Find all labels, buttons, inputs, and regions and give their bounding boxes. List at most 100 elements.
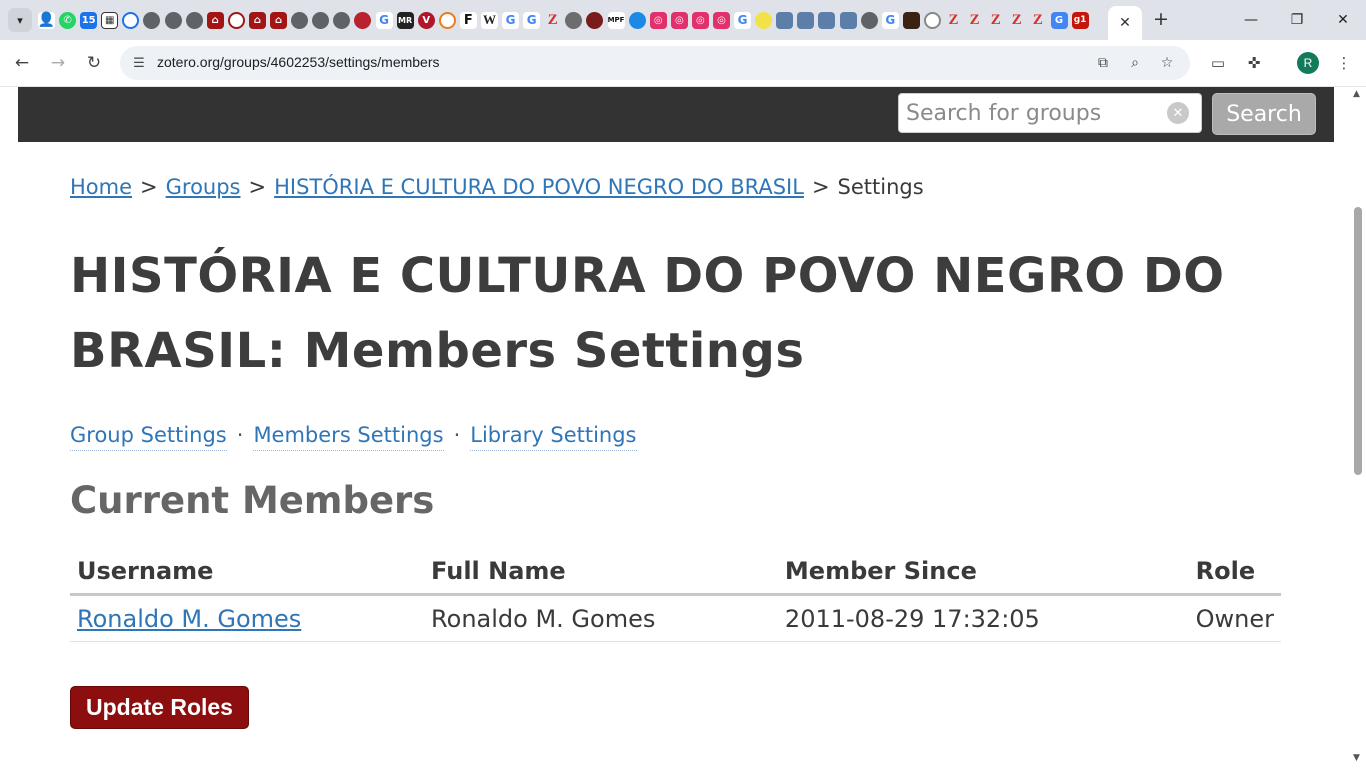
restore-button[interactable]: ❐ — [1274, 6, 1320, 34]
translate-icon[interactable]: G — [1050, 11, 1068, 29]
scrollbar-thumb[interactable] — [1354, 207, 1362, 475]
house-icon[interactable]: ⌂ — [206, 11, 224, 29]
table-icon[interactable]: ▦ — [101, 11, 119, 29]
translate-icon[interactable]: ⧉ — [1093, 53, 1113, 73]
google-icon[interactable]: G — [502, 11, 520, 29]
globe-icon[interactable] — [312, 11, 330, 29]
whatsapp-icon[interactable]: ✆ — [59, 11, 77, 29]
google-icon[interactable]: G — [734, 11, 752, 29]
members-settings-link[interactable]: Members Settings — [253, 423, 444, 451]
house-icon[interactable]: ⌂ — [270, 11, 288, 29]
blue-logo-icon[interactable] — [628, 11, 646, 29]
settings-subnav: Group Settings · Members Settings · Library … — [70, 423, 637, 451]
breadcrumb-current: Settings — [837, 175, 924, 199]
house-icon[interactable]: ⌂ — [248, 11, 266, 29]
scroll-up-arrow-icon[interactable]: ▲ — [1353, 89, 1360, 99]
clear-search-icon[interactable]: ✕ — [1167, 102, 1189, 124]
scroll-down-arrow-icon[interactable]: ▼ — [1353, 753, 1360, 763]
column-header-member-since: Member Since — [777, 551, 1189, 596]
zoom-icon[interactable]: ⌕ — [1125, 53, 1145, 73]
google-icon[interactable]: G — [881, 11, 899, 29]
extensions-puzzle-icon[interactable]: ✜ — [1243, 52, 1265, 74]
mpf-icon[interactable]: MPF — [607, 11, 625, 29]
close-window-button[interactable]: ✕ — [1320, 6, 1366, 34]
member-since-cell: 2011-08-29 17:32:05 — [777, 594, 1189, 642]
red-logo-icon[interactable]: V — [417, 11, 435, 29]
active-tab[interactable]: ✕ — [1108, 6, 1142, 40]
pinned-tabs: 👤 ✆ 15 ▦ ⌂ ⌂ ⌂ G MR V F W G G Z MPF ◎ ◎ … — [38, 9, 1093, 31]
site-info-icon[interactable]: ☰ — [130, 54, 148, 72]
minimize-button[interactable]: — — [1228, 6, 1274, 34]
globe-icon[interactable] — [333, 11, 351, 29]
zotero-icon[interactable]: Z — [987, 12, 1004, 29]
group-search-box: ✕ — [898, 93, 1202, 133]
globe-icon[interactable] — [143, 11, 161, 29]
breadcrumb-group-link[interactable]: HISTÓRIA E CULTURA DO POVO NEGRO DO BRAS… — [274, 175, 804, 199]
dark-logo-icon[interactable] — [902, 11, 920, 29]
archive-icon[interactable] — [818, 11, 836, 29]
instagram-icon[interactable]: ◎ — [649, 11, 667, 29]
yellow-circle-icon[interactable] — [755, 11, 773, 29]
page-scrollbar[interactable]: ▲ ▼ — [1350, 87, 1366, 768]
zotero-icon[interactable]: Z — [1008, 12, 1025, 29]
g1-icon[interactable]: g1 — [1071, 11, 1089, 29]
menu-kebab-icon[interactable]: ⋮ — [1333, 52, 1355, 74]
address-bar[interactable]: ☰ zotero.org/groups/4602253/settings/mem… — [120, 46, 1190, 80]
archive-icon[interactable] — [797, 11, 815, 29]
globe-icon[interactable] — [164, 11, 182, 29]
zotero-icon[interactable]: Z — [544, 12, 561, 29]
search-button[interactable]: Search — [1212, 93, 1316, 135]
close-tab-icon[interactable]: ✕ — [1119, 15, 1131, 31]
instagram-icon[interactable]: ◎ — [691, 11, 709, 29]
reload-icon[interactable]: ↻ — [82, 51, 106, 75]
profile-avatar[interactable]: R — [1297, 52, 1319, 74]
globe-icon[interactable] — [185, 11, 203, 29]
username-link[interactable]: Ronaldo M. Gomes — [77, 605, 301, 633]
tab-search-chevron-down-icon[interactable]: ▾ — [8, 8, 32, 32]
breadcrumb-groups-link[interactable]: Groups — [166, 175, 241, 199]
archive-icon[interactable] — [776, 11, 794, 29]
column-header-role: Role — [1188, 551, 1281, 596]
column-header-username: Username — [70, 551, 425, 596]
red-circle-icon[interactable] — [354, 11, 372, 29]
members-table: Username Full Name Member Since Role Ron… — [70, 551, 1281, 642]
new-tab-button[interactable]: + — [1150, 8, 1172, 30]
archive-icon[interactable] — [839, 11, 857, 29]
forward-arrow-icon[interactable]: → — [46, 51, 70, 75]
reading-list-icon[interactable]: ▭ — [1207, 52, 1229, 74]
back-arrow-icon[interactable]: ← — [10, 51, 34, 75]
breadcrumb: Home > Groups > HISTÓRIA E CULTURA DO POVO N… — [70, 175, 924, 199]
orange-circle-icon[interactable] — [438, 11, 456, 29]
update-roles-button[interactable]: Update Roles — [70, 686, 249, 729]
globe-icon[interactable] — [860, 11, 878, 29]
library-settings-link[interactable]: Library Settings — [470, 423, 637, 451]
zotero-icon[interactable]: Z — [1029, 12, 1046, 29]
mr-icon[interactable]: MR — [396, 11, 414, 29]
globe-icon[interactable] — [291, 11, 309, 29]
instagram-icon[interactable]: ◎ — [713, 11, 730, 29]
round-logo-icon[interactable] — [586, 11, 604, 29]
blue-ring-icon[interactable] — [122, 11, 140, 29]
url-text[interactable]: zotero.org/groups/4602253/settings/membe… — [157, 54, 440, 70]
round-logo-icon[interactable] — [565, 11, 583, 29]
google-icon[interactable]: G — [523, 11, 541, 29]
group-settings-link[interactable]: Group Settings — [70, 423, 227, 451]
breadcrumb-home-link[interactable]: Home — [70, 175, 132, 199]
zotero-icon[interactable]: Z — [966, 12, 983, 29]
bookmark-star-icon[interactable]: ☆ — [1157, 53, 1177, 73]
group-search-input[interactable] — [899, 94, 1173, 132]
fp-icon[interactable]: F — [459, 11, 477, 29]
ring-icon[interactable] — [923, 11, 941, 29]
red-seal-icon[interactable] — [227, 11, 245, 29]
tab-strip: ▾ 👤 ✆ 15 ▦ ⌂ ⌂ ⌂ G MR V F W G G Z MPF ◎ … — [0, 0, 1366, 40]
google-icon[interactable]: G — [375, 11, 393, 29]
person-icon[interactable]: 👤 — [38, 11, 55, 29]
calendar-icon[interactable]: 15 — [80, 11, 98, 29]
subnav-separator: · — [236, 423, 244, 447]
zotero-icon[interactable]: Z — [945, 12, 962, 29]
instagram-icon[interactable]: ◎ — [670, 11, 688, 29]
wikipedia-icon[interactable]: W — [480, 11, 498, 29]
page-viewport: ✕ Search Home > Groups > HISTÓRIA E CULTURA … — [0, 87, 1366, 768]
current-members-heading: Current Members — [70, 479, 435, 522]
column-header-full-name: Full Name — [424, 551, 778, 596]
